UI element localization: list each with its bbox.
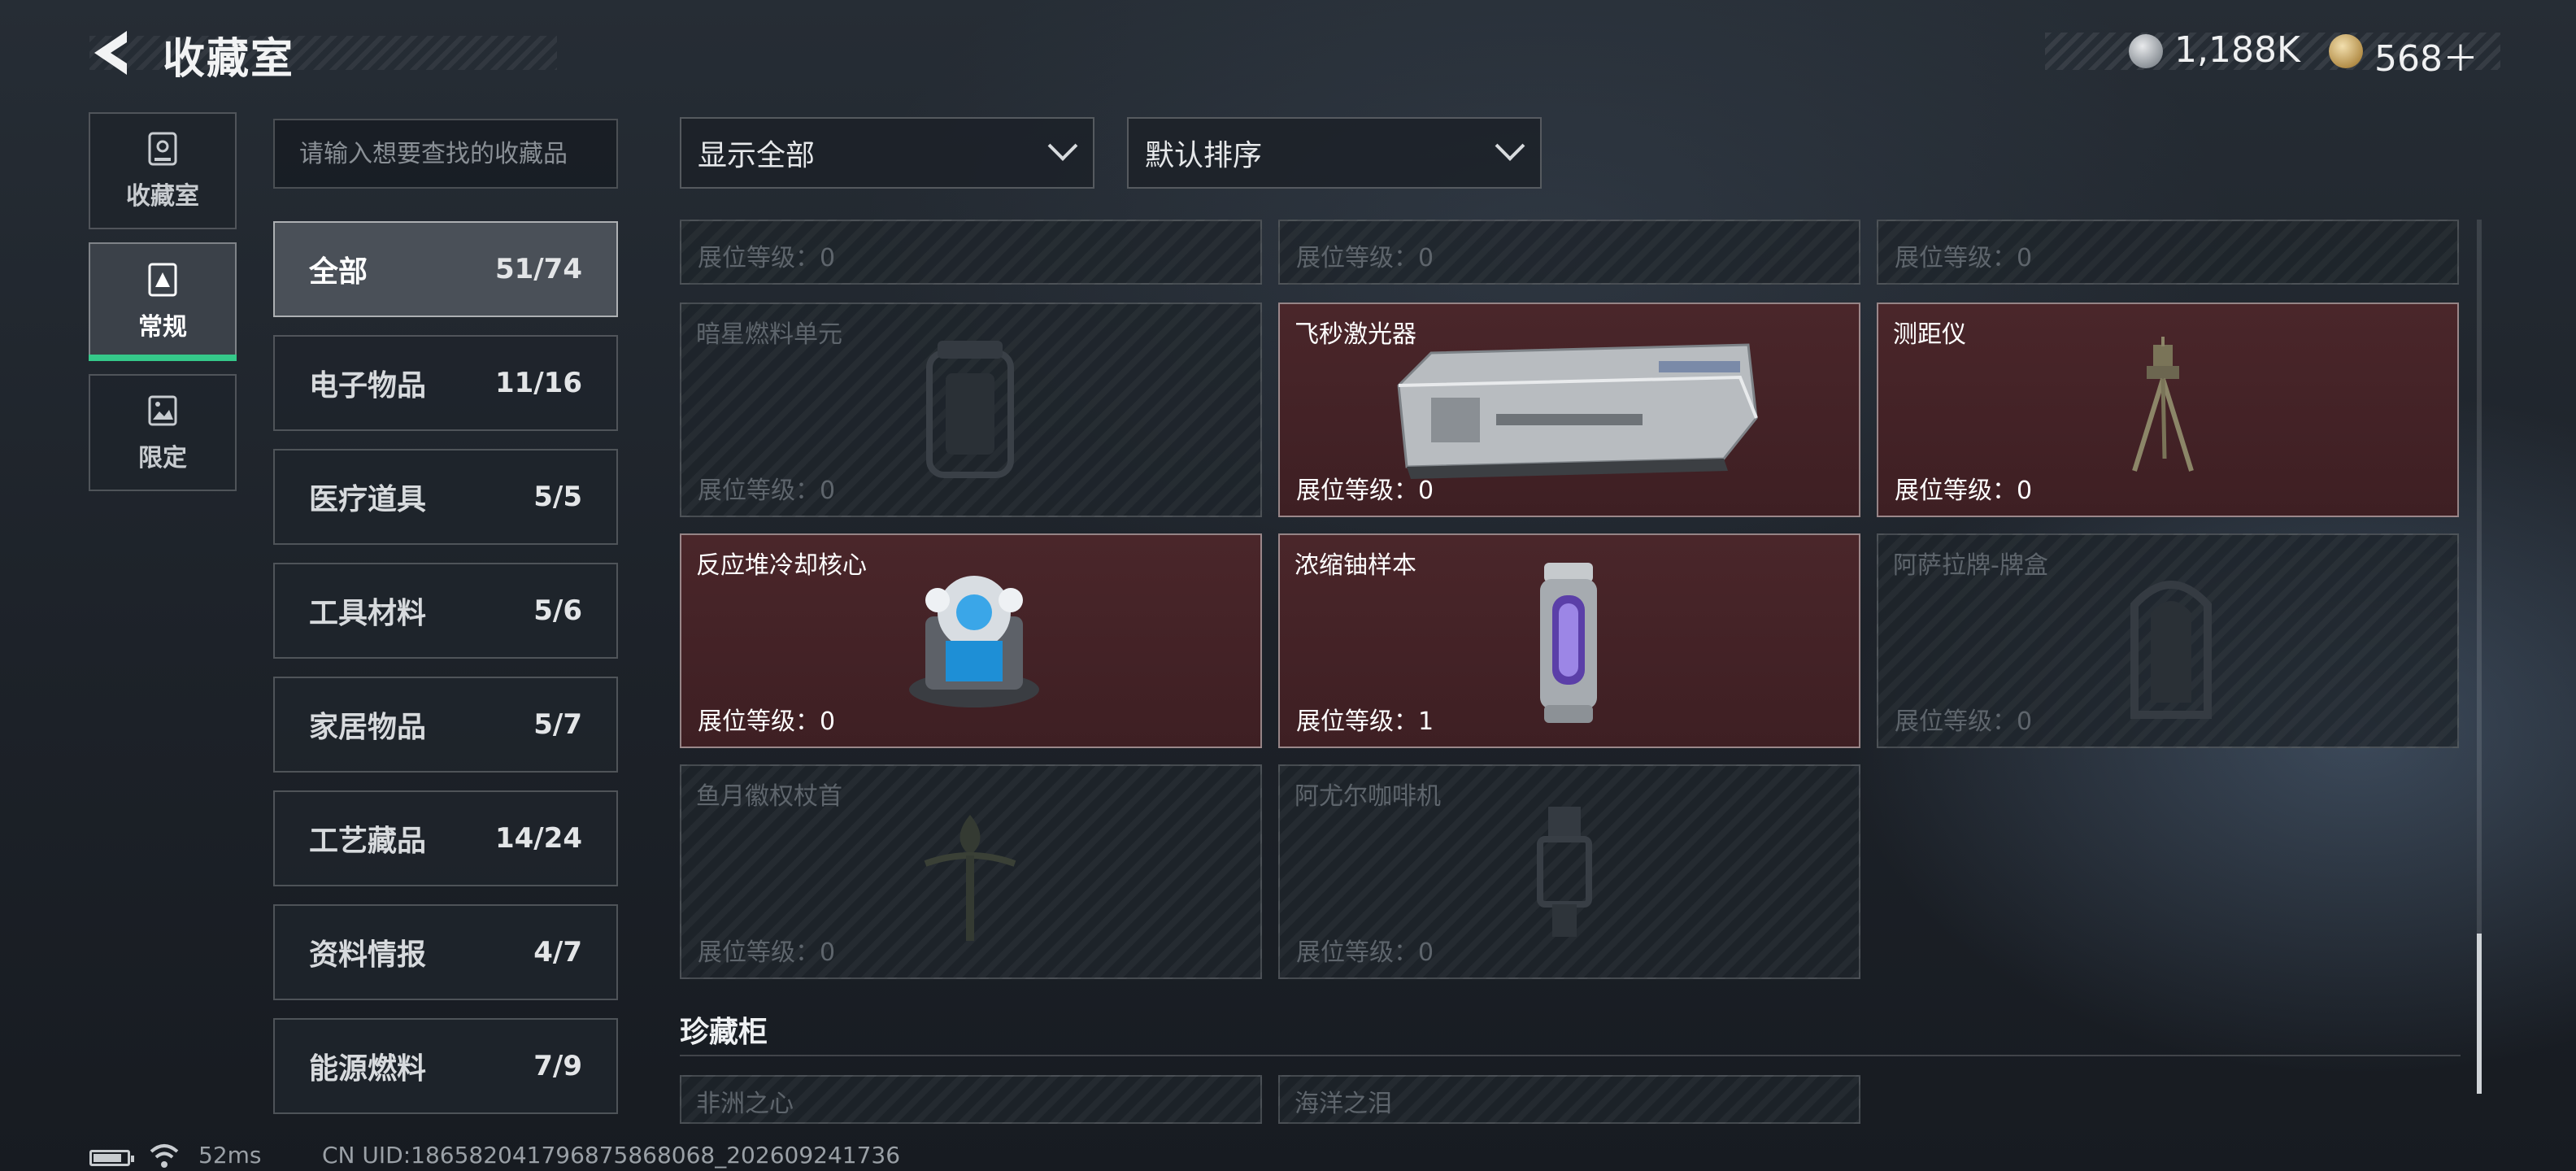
category-count: 14/24 bbox=[494, 822, 582, 855]
tripod-rangefinder-icon bbox=[2132, 337, 2194, 472]
collectible-card[interactable]: 展位等级：0 bbox=[1877, 220, 2459, 285]
category-count: 11/16 bbox=[494, 367, 582, 399]
user-uid: CN UID:1865820417968758680​68_2026092417… bbox=[322, 1142, 901, 1169]
rail-tab-collection[interactable]: 收藏室 bbox=[89, 112, 237, 229]
booth-level: 展位等级：0 bbox=[698, 707, 836, 736]
booth-level: 展位等级：0 bbox=[1895, 477, 2033, 505]
active-tab-indicator bbox=[89, 355, 237, 361]
display-filter-value: 显示全部 bbox=[698, 139, 816, 172]
category-count: 7/9 bbox=[533, 1050, 582, 1082]
category-name: 电子物品 bbox=[309, 369, 427, 403]
collectible-card[interactable]: 展位等级：0 bbox=[680, 220, 1262, 285]
collectible-card[interactable]: 反应堆冷却核心 展位等级：0 bbox=[680, 533, 1262, 748]
category-name: 资料情报 bbox=[309, 938, 427, 972]
booth-level: 展位等级：0 bbox=[1296, 477, 1434, 505]
booth-level: 展位等级：0 bbox=[1895, 707, 2033, 736]
uranium-canister-icon bbox=[1540, 563, 1597, 723]
category-intel[interactable]: 资料情报 4/7 bbox=[273, 904, 618, 1000]
category-count: 51/74 bbox=[494, 253, 582, 285]
collectible-card[interactable]: 阿萨拉牌-牌盒 展位等级：0 bbox=[1877, 533, 2459, 748]
sort-value: 默认排序 bbox=[1145, 139, 1263, 172]
reactor-core-icon bbox=[909, 576, 1039, 707]
category-medical[interactable]: 医疗道具 5/5 bbox=[273, 449, 618, 545]
booth-level: 展位等级：0 bbox=[698, 244, 836, 272]
rail-tab-label: 收藏室 bbox=[126, 182, 199, 211]
booth-level: 展位等级：0 bbox=[698, 938, 836, 967]
cabinet-card[interactable]: 非洲之心 bbox=[680, 1075, 1262, 1124]
collectible-name: 阿萨拉牌-牌盒 bbox=[1893, 551, 2048, 580]
silver-currency-value: 1,188K bbox=[2174, 29, 2300, 71]
category-name: 家居物品 bbox=[309, 711, 427, 744]
silver-coin-icon bbox=[2129, 34, 2163, 68]
laser-device-icon bbox=[1397, 343, 1758, 479]
category-energy[interactable]: 能源燃料 7/9 bbox=[273, 1018, 618, 1114]
section-divider bbox=[680, 1055, 2461, 1056]
header-decor-strip bbox=[89, 36, 557, 70]
collectible-name: 测距仪 bbox=[1893, 320, 1966, 349]
badge-icon bbox=[148, 263, 177, 297]
battery-icon bbox=[89, 1150, 134, 1166]
page-title: 收藏室 bbox=[163, 35, 295, 84]
collectible-name: 非洲之心 bbox=[696, 1090, 794, 1118]
booth-level: 展位等级：0 bbox=[1895, 244, 2033, 272]
scrollbar-thumb[interactable] bbox=[2477, 934, 2482, 1094]
fuel-cell-icon bbox=[926, 341, 1014, 478]
collectible-name: 海洋之泪 bbox=[1295, 1090, 1392, 1118]
category-count: 5/7 bbox=[533, 708, 582, 741]
collectible-card[interactable]: 暗星燃料单元 展位等级：0 bbox=[680, 303, 1262, 517]
category-name: 医疗道具 bbox=[309, 483, 427, 516]
gold-currency-value[interactable]: 568＋ bbox=[2374, 29, 2478, 81]
ping-latency: 52ms bbox=[198, 1142, 262, 1169]
collectible-card[interactable]: 测距仪 展位等级：0 bbox=[1877, 303, 2459, 517]
collectible-card[interactable]: 飞秒激光器 展位等级：0 bbox=[1278, 303, 1860, 517]
category-name: 全部 bbox=[309, 255, 368, 289]
landscape-icon bbox=[148, 395, 177, 426]
collectible-card[interactable]: 阿尤尔咖啡机 展位等级：0 bbox=[1278, 764, 1860, 979]
collectible-card[interactable]: 鱼月徽权杖首 展位等级：0 bbox=[680, 764, 1262, 979]
category-count: 4/7 bbox=[533, 936, 582, 969]
category-household[interactable]: 家居物品 5/7 bbox=[273, 677, 618, 773]
rail-tab-label: 限定 bbox=[138, 444, 187, 472]
collectible-name: 浓缩铀样本 bbox=[1295, 551, 1416, 580]
search-input[interactable] bbox=[273, 119, 618, 189]
category-name: 工具材料 bbox=[309, 597, 427, 630]
gold-coin-icon[interactable] bbox=[2329, 34, 2363, 68]
display-filter-dropdown[interactable]: 显示全部 bbox=[680, 117, 1094, 189]
category-count: 5/6 bbox=[533, 594, 582, 627]
card-box-icon bbox=[2130, 581, 2212, 719]
collectible-name: 反应堆冷却核心 bbox=[696, 551, 867, 580]
coffee-machine-icon bbox=[1537, 807, 1592, 937]
vault-icon bbox=[148, 132, 177, 166]
booth-level: 展位等级：0 bbox=[1296, 244, 1434, 272]
booth-level: 展位等级：1 bbox=[1296, 707, 1434, 736]
back-button[interactable] bbox=[88, 28, 137, 78]
cabinet-section-title: 珍藏柜 bbox=[680, 1016, 768, 1049]
rail-tab-normal[interactable]: 常规 bbox=[89, 242, 237, 361]
wifi-icon bbox=[150, 1144, 179, 1168]
cabinet-card[interactable]: 海洋之泪 bbox=[1278, 1075, 1860, 1124]
booth-level: 展位等级：0 bbox=[698, 477, 836, 505]
booth-level: 展位等级：0 bbox=[1296, 938, 1434, 967]
collectible-name: 鱼月徽权杖首 bbox=[696, 782, 842, 811]
category-name: 能源燃料 bbox=[309, 1052, 427, 1086]
rail-tab-label: 常规 bbox=[138, 313, 187, 342]
rail-tab-limited[interactable]: 限定 bbox=[89, 374, 237, 491]
chevron-down-icon bbox=[1047, 131, 1078, 161]
collectible-card[interactable]: 浓缩铀样本 展位等级：1 bbox=[1278, 533, 1860, 748]
collectible-name: 阿尤尔咖啡机 bbox=[1295, 782, 1441, 811]
collectible-card[interactable]: 展位等级：0 bbox=[1278, 220, 1860, 285]
sort-dropdown[interactable]: 默认排序 bbox=[1127, 117, 1542, 189]
collectible-name: 暗星燃料单元 bbox=[696, 320, 842, 349]
collectible-name: 飞秒激光器 bbox=[1295, 320, 1416, 349]
chevron-down-icon bbox=[1495, 131, 1525, 161]
category-all[interactable]: 全部 51/74 bbox=[273, 221, 618, 317]
category-tools[interactable]: 工具材料 5/6 bbox=[273, 563, 618, 659]
category-name: 工艺藏品 bbox=[309, 825, 427, 858]
scepter-icon bbox=[924, 815, 1016, 941]
back-arrow-icon bbox=[94, 31, 127, 75]
category-crafts[interactable]: 工艺藏品 14/24 bbox=[273, 790, 618, 886]
category-count: 5/5 bbox=[533, 481, 582, 513]
category-electronics[interactable]: 电子物品 11/16 bbox=[273, 335, 618, 431]
